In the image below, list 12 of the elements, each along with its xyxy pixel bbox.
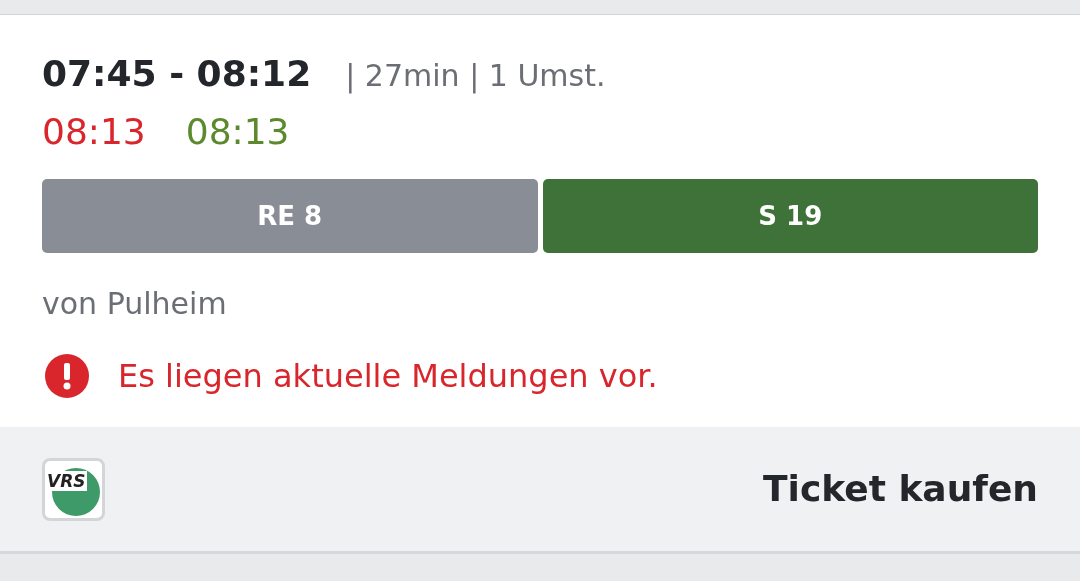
realtime-time: 08:13 bbox=[42, 110, 146, 154]
time-range: 07:45 - 08:12 bbox=[42, 52, 312, 96]
alert-icon bbox=[44, 353, 90, 399]
realtime-time: 08:13 bbox=[185, 110, 290, 154]
buy-ticket-button[interactable]: Ticket kaufen bbox=[763, 462, 1038, 516]
line-segment: RE 8 bbox=[42, 179, 538, 253]
logo-text: VRS bbox=[46, 470, 87, 491]
trip-details: | 27min | 1 Umst. bbox=[345, 57, 606, 96]
origin-text: von Pulheim bbox=[42, 285, 228, 323]
connection-card[interactable]: 07:45 - 08:12 | 27min | 1 Umst. 08:13 08:13 RE 8 S 19 von Pulheim Es liegen aktuelle Meldungen vor. bbox=[0, 15, 1080, 427]
line-segment: S 19 bbox=[542, 179, 1038, 253]
alert-message[interactable]: Es liegen aktuelle Meldungen vor. bbox=[118, 352, 658, 400]
